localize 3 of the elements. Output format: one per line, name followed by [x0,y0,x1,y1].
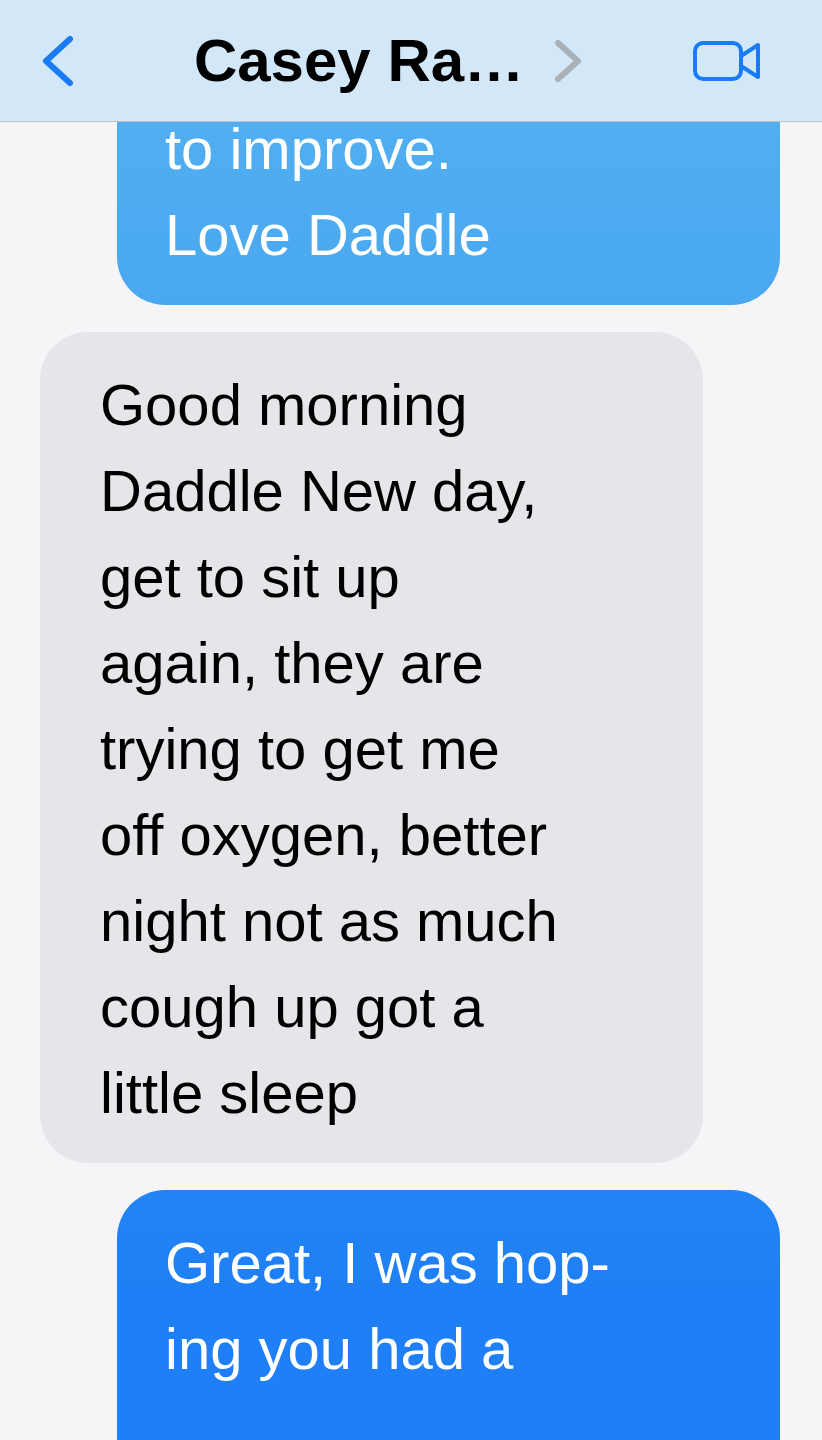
back-icon[interactable] [40,34,76,87]
sent-message: Great, I was hop- ing you had a [117,1190,780,1440]
received-message: Good morning Daddle New day, get to sit up again, they are trying to get me off oxygen, better night not as much cough up got a little sleep [40,332,703,1163]
